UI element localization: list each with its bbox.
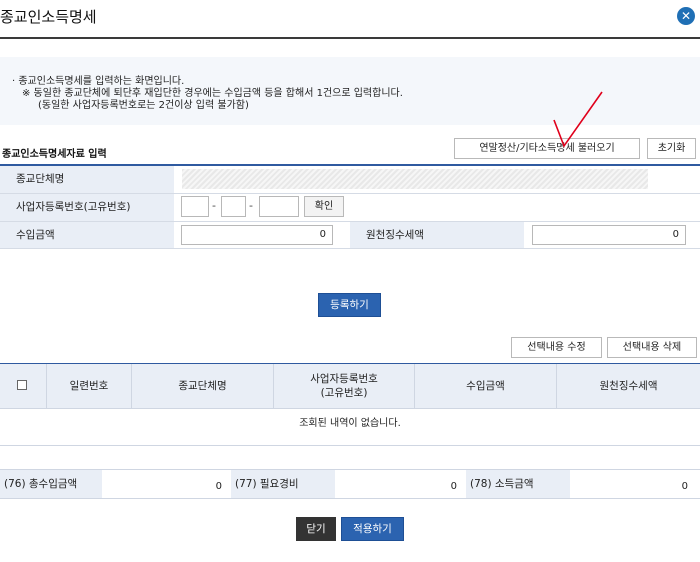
row-divider	[0, 445, 700, 446]
total-income-value: 0	[102, 470, 230, 498]
register-button[interactable]: 등록하기	[318, 293, 381, 317]
row-divider	[0, 248, 700, 249]
col-header-withholding: 원천징수세액	[599, 380, 658, 392]
org-name-label: 종교단체명	[0, 166, 174, 193]
bizno-dash: -	[249, 199, 253, 212]
income-amount-label: (78) 소득금액	[466, 470, 570, 498]
edit-selected-button[interactable]: 선택내용 수정	[511, 337, 602, 358]
col-header-bizno-line1: 사업자등록번호	[310, 373, 378, 385]
annotation-check-icon	[553, 91, 603, 148]
expense-label: (77) 필요경비	[231, 470, 335, 498]
section-title: 종교인소득명세자료 입력	[2, 149, 107, 160]
notice-line-3: (동일한 사업자등록번호로는 2건이상 입력 불가함)	[38, 100, 249, 111]
withholding-label: 원천징수세액	[350, 222, 524, 248]
withholding-input[interactable]: 0	[532, 225, 686, 245]
bizno-part2-input[interactable]	[221, 196, 246, 217]
delete-selected-button[interactable]: 선택내용 삭제	[607, 337, 697, 358]
org-name-field	[182, 169, 648, 189]
income-amount-value: 0	[570, 470, 696, 498]
col-header-bizno: 사업자등록번호 (고유번호)	[274, 364, 414, 408]
select-all-checkbox[interactable]	[17, 380, 27, 390]
confirm-button[interactable]: 확인	[304, 196, 344, 217]
bizno-label: 사업자등록번호(고유번호)	[0, 194, 174, 221]
col-header-bizno-line2: (고유번호)	[320, 387, 368, 399]
col-header-income: 수입금액	[466, 380, 505, 392]
row-divider	[0, 498, 700, 499]
total-income-label: (76) 총수입금액	[0, 470, 102, 498]
apply-button[interactable]: 적용하기	[341, 517, 404, 541]
expense-value: 0	[335, 470, 465, 498]
close-icon[interactable]: ✕	[677, 7, 695, 25]
dialog-title: 종교인소득명세	[0, 8, 97, 26]
load-year-end-button[interactable]: 연말정산/기타소득명세 불러오기	[454, 138, 640, 159]
close-button[interactable]: 닫기	[296, 517, 336, 541]
bizno-dash: -	[212, 199, 216, 212]
title-divider	[0, 37, 700, 39]
bizno-part3-input[interactable]	[259, 196, 299, 217]
col-header-serial: 일련번호	[69, 380, 109, 392]
grid-empty-message: 조회된 내역이 없습니다.	[299, 418, 401, 429]
reset-button[interactable]: 초기화	[647, 138, 696, 159]
income-input[interactable]: 0	[181, 225, 333, 245]
col-header-org-name: 종교단체명	[178, 380, 227, 392]
income-label: 수입금액	[0, 222, 174, 248]
bizno-part1-input[interactable]	[181, 196, 209, 217]
